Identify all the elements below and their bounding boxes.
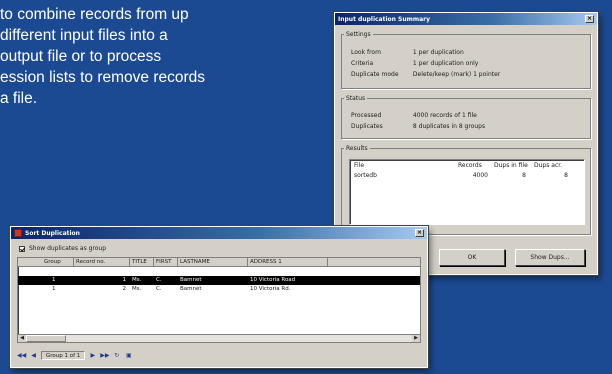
results-row[interactable]: sortedb 4000 8 8 <box>350 171 584 180</box>
col-record[interactable]: Record no. <box>74 258 130 266</box>
cell-lastname: Bamnet <box>180 277 202 283</box>
status-row: Processed 4000 records of 1 file <box>351 112 477 119</box>
status-key: Processed <box>351 112 382 119</box>
col-first[interactable]: FIRST <box>154 258 178 266</box>
next-page-icon[interactable]: ▶ <box>88 352 97 360</box>
pager-bar: ◀◀ ◀ Group 1 of 1 ▶ ▶▶ ↻ ▣ <box>17 351 133 360</box>
col-title[interactable]: TITLE <box>130 258 154 266</box>
col-group[interactable]: Group <box>18 258 74 266</box>
results-col-records[interactable]: Records <box>458 162 494 169</box>
save-icon[interactable]: ▣ <box>124 352 133 360</box>
scroll-right-arrow[interactable]: ▶ <box>412 335 420 342</box>
show-groups-label: Show duplicates as group <box>29 245 107 252</box>
settings-row: Criteria 1 per duplication only <box>351 60 478 67</box>
group-counter: Group 1 of 1 <box>41 351 86 360</box>
setting-key: Criteria <box>351 60 374 67</box>
cell-first: C. <box>156 277 162 283</box>
table-row[interactable]: 1 1 Ms. C. Bamnet 10 Victoria Road <box>18 276 420 285</box>
col-address[interactable]: ADDRESS 1 <box>248 258 328 266</box>
settings-row: Duplicate mode Delete/keep (mark) 1 poin… <box>351 71 500 78</box>
show-dups-button[interactable]: Show Dups... <box>515 249 585 266</box>
first-page-icon[interactable]: ◀◀ <box>17 352 26 360</box>
results-list[interactable]: File Records Dups in file Dups acr. sort… <box>349 159 585 225</box>
result-file: sortedb <box>354 172 377 179</box>
setting-key: Look from <box>351 49 381 56</box>
results-col-dups-across[interactable]: Dups acr. <box>534 162 574 169</box>
summary-title: Input duplication Summary <box>338 15 431 23</box>
duplicates-window: Sort Duplication × Show duplicates as gr… <box>9 225 429 369</box>
col-lastname[interactable]: LASTNAME <box>178 258 248 266</box>
cell-record: 1 <box>122 277 127 283</box>
setting-value: Delete/keep (mark) 1 pointer <box>412 71 501 78</box>
description-line: ession lists to remove records <box>0 69 206 86</box>
status-value: 8 duplicates in 8 groups <box>412 123 486 130</box>
duplicates-title-bar[interactable]: Sort Duplication × <box>11 227 427 239</box>
settings-legend: Settings <box>346 31 371 38</box>
cell-lastname: Bamnet <box>180 286 202 292</box>
checkbox-icon[interactable] <box>19 245 25 252</box>
cell-record: 2 <box>122 286 127 292</box>
last-page-icon[interactable]: ▶▶ <box>100 352 109 360</box>
close-button[interactable]: × <box>585 15 594 23</box>
cell-address: 10 Victoria Road <box>250 277 296 283</box>
setting-key: Duplicate mode <box>351 71 399 78</box>
result-dups-in: 8 <box>522 172 526 179</box>
table-row[interactable] <box>18 267 420 276</box>
results-col-file[interactable]: File <box>354 162 458 169</box>
duplicates-title: Sort Duplication <box>25 229 80 237</box>
cell-first: C. <box>156 286 162 292</box>
setting-value: 1 per duplication <box>412 49 464 56</box>
cell-address: 10 Victoria Rd. <box>250 286 291 292</box>
results-legend: Results <box>346 145 368 152</box>
status-legend: Status <box>346 95 366 102</box>
description-line: a file. <box>0 90 38 107</box>
cell-title: Ms. <box>132 286 142 292</box>
status-key: Duplicates <box>351 123 383 130</box>
table-row[interactable]: 1 2 Ms. C. Bamnet 10 Victoria Rd. <box>18 285 420 294</box>
cell-group: 1 <box>52 277 56 283</box>
prev-page-icon[interactable]: ◀ <box>29 352 38 360</box>
close-button[interactable]: × <box>415 229 424 237</box>
description-line: output file or to process <box>0 48 162 65</box>
summary-title-bar[interactable]: Input duplication Summary × <box>335 13 597 25</box>
setting-value: 1 per duplication only <box>412 60 479 67</box>
description-text: to combine records from up different inp… <box>0 4 330 109</box>
horizontal-scrollbar[interactable]: ◀ ▶ <box>18 334 420 342</box>
status-value: 4000 records of 1 file <box>412 112 477 119</box>
cell-title: Ms. <box>132 277 142 283</box>
refresh-icon[interactable]: ↻ <box>112 352 121 360</box>
status-row: Duplicates 8 duplicates in 8 groups <box>351 123 485 130</box>
ok-button[interactable]: OK <box>439 249 505 266</box>
scroll-left-arrow[interactable]: ◀ <box>18 335 26 342</box>
result-records: 4000 <box>472 172 488 179</box>
description-line: to combine records from up <box>0 6 189 23</box>
app-icon <box>14 229 22 237</box>
result-dups-across: 8 <box>564 172 568 179</box>
scroll-thumb[interactable] <box>26 335 66 342</box>
duplicates-table[interactable]: Group Record no. TITLE FIRST LASTNAME AD… <box>17 257 421 343</box>
table-header: Group Record no. TITLE FIRST LASTNAME AD… <box>18 258 420 267</box>
settings-row: Look from 1 per duplication <box>351 49 464 56</box>
description-line: different input files into a <box>0 27 168 44</box>
cell-group: 1 <box>52 286 56 292</box>
results-col-dups-in[interactable]: Dups in file <box>494 162 534 169</box>
show-groups-checkbox-row[interactable]: Show duplicates as group <box>19 245 106 252</box>
